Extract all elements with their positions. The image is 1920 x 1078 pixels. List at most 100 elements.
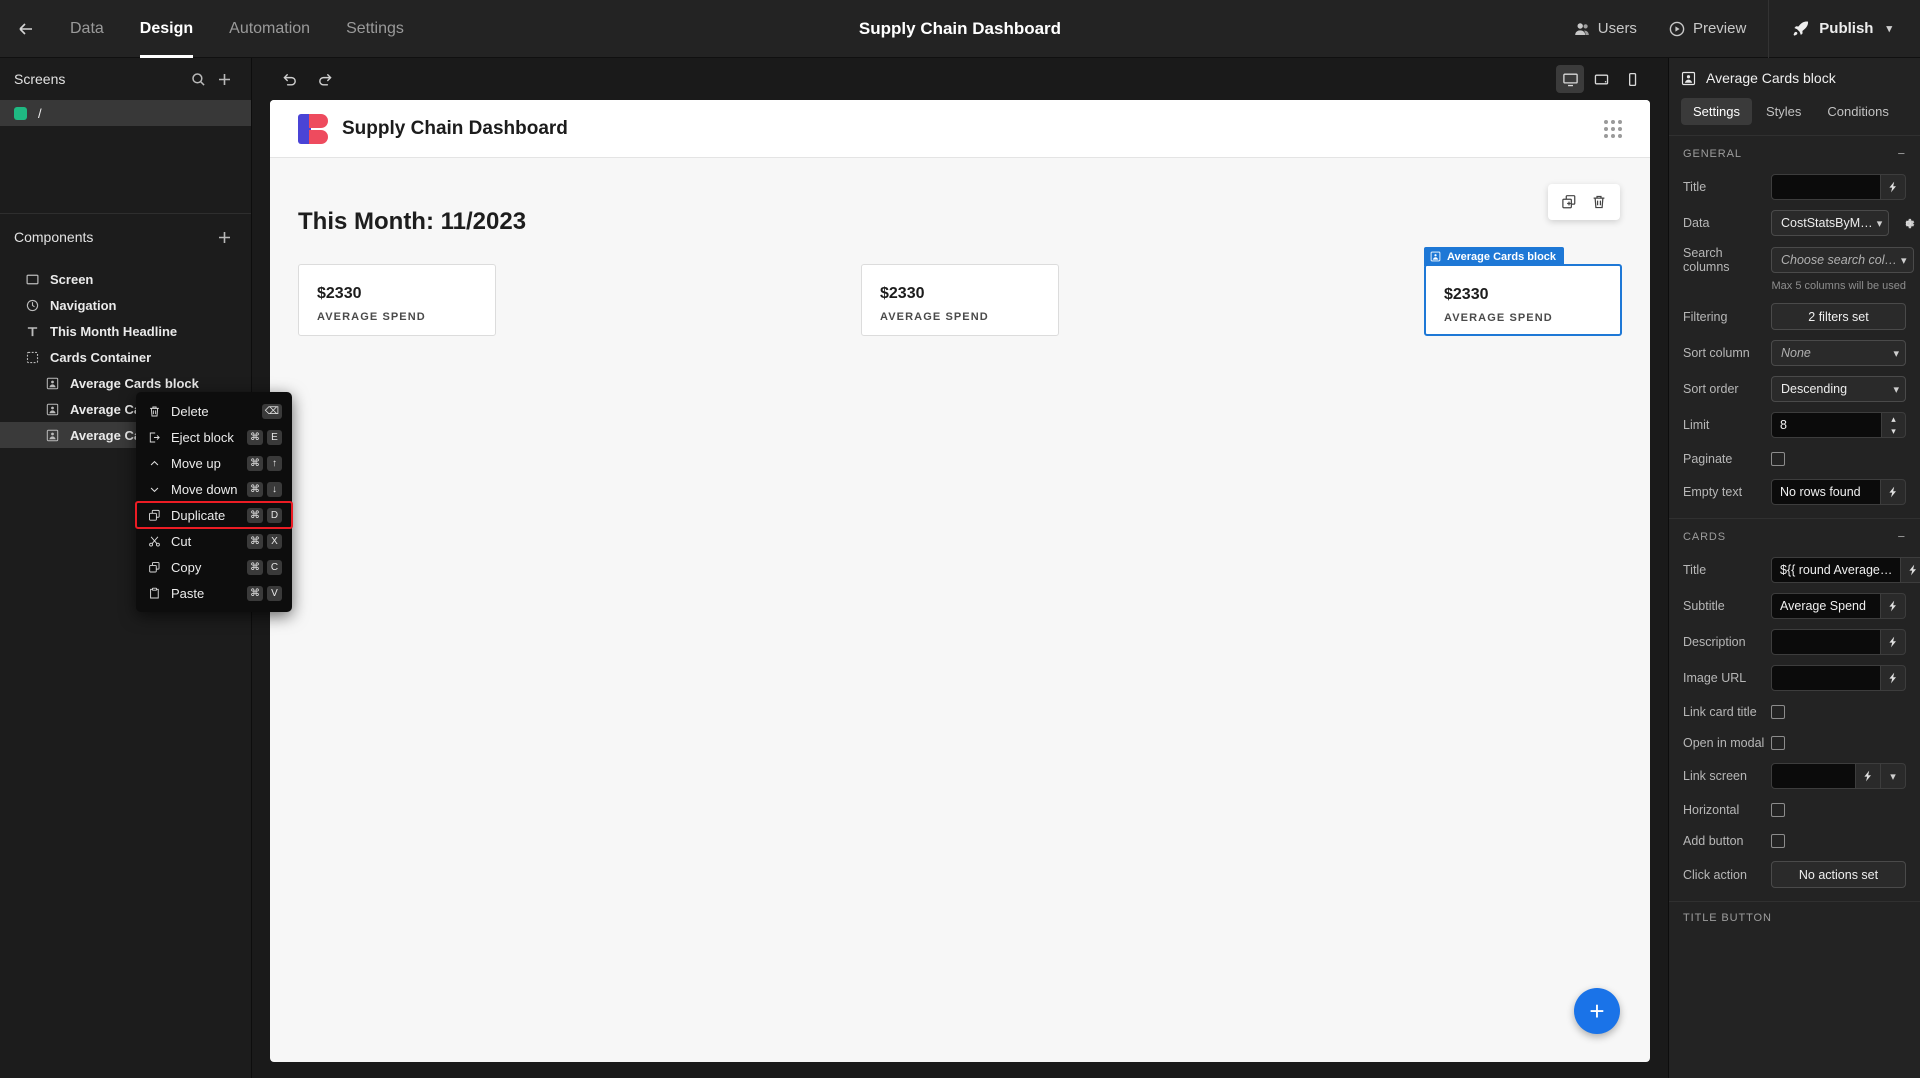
collapse-general-icon[interactable]: − (1898, 146, 1907, 161)
tab-settings[interactable]: Settings (1681, 98, 1752, 125)
link-card-title-checkbox[interactable] (1771, 704, 1785, 719)
field-search-columns: Search columns Choose search col… ▾ (1669, 241, 1920, 279)
publish-button[interactable]: Publish ▾ (1775, 0, 1906, 58)
back-button[interactable] (0, 0, 52, 58)
field-paginate: Paginate (1669, 443, 1920, 474)
ctx-eject-label: Eject block (171, 429, 234, 445)
card-description-input[interactable] (1771, 629, 1881, 655)
card-title-input[interactable]: ${{ round Average… (1771, 557, 1902, 583)
nav-tab-automation[interactable]: Automation (211, 0, 328, 58)
sort-order-select[interactable]: Descending ▾ (1771, 376, 1906, 402)
nav-tab-data[interactable]: Data (52, 0, 122, 58)
app-preview-canvas[interactable]: Supply Chain Dashboard This Month: 11/20… (270, 100, 1650, 1062)
screens-header: Screens (0, 58, 251, 100)
sort-column-value: None (1781, 346, 1811, 360)
device-tablet-button[interactable] (1587, 65, 1615, 93)
add-screen-icon[interactable] (211, 66, 237, 92)
title-input[interactable] (1771, 174, 1881, 200)
ctx-cut-keys: ⌘ X (247, 533, 282, 549)
binding-bolt-icon[interactable] (1881, 593, 1906, 619)
redo-icon[interactable] (310, 65, 340, 93)
component-context-menu: Delete ⌫ Eject block ⌘ E Move up ⌘ ↑ Mov… (135, 392, 293, 612)
chevron-down-icon[interactable]: ▾ (1882, 425, 1905, 437)
search-screens-icon[interactable] (185, 66, 211, 92)
click-action-button[interactable]: No actions set (1771, 861, 1906, 888)
trash-icon (146, 405, 162, 418)
field-card-subtitle-label: Subtitle (1683, 599, 1725, 613)
binding-bolt-icon[interactable] (1881, 629, 1906, 655)
empty-text-input[interactable]: No rows found (1771, 479, 1881, 505)
ctx-move-up[interactable]: Move up ⌘ ↑ (136, 450, 292, 476)
users-button[interactable]: Users (1558, 0, 1653, 58)
add-component-fab[interactable]: + (1574, 988, 1620, 1034)
limit-input[interactable]: 8 (1771, 412, 1882, 438)
screen-item-root[interactable]: / (0, 100, 251, 126)
binding-bolt-icon[interactable] (1901, 557, 1920, 583)
field-link-screen: Link screen ▾ (1669, 758, 1920, 794)
data-select[interactable]: CostStatsByM… ▾ (1771, 210, 1890, 236)
link-screen-dropdown-icon[interactable]: ▾ (1881, 763, 1906, 789)
sort-column-select[interactable]: None ▾ (1771, 340, 1906, 366)
key-cmd: ⌘ (247, 533, 263, 549)
component-cards-container[interactable]: Cards Container (0, 344, 251, 370)
field-card-image-url-label: Image URL (1683, 671, 1747, 685)
right-panel: Average Cards block Settings Styles Cond… (1668, 58, 1920, 1078)
card-image-url-input[interactable] (1771, 665, 1881, 691)
search-columns-select[interactable]: Choose search col… ▾ (1771, 247, 1914, 273)
key-arrow-down: ↓ (267, 481, 282, 497)
nav-grid-menu-icon[interactable] (1604, 119, 1622, 138)
ctx-duplicate[interactable]: Duplicate ⌘ D (135, 501, 293, 529)
filtering-button[interactable]: 2 filters set (1771, 303, 1906, 330)
binding-bolt-icon[interactable] (1881, 479, 1906, 505)
binding-bolt-icon[interactable] (1881, 174, 1906, 200)
limit-stepper[interactable]: ▴ ▾ (1882, 412, 1906, 438)
ctx-eject-block[interactable]: Eject block ⌘ E (136, 424, 292, 450)
field-sort-column-label: Sort column (1683, 346, 1750, 360)
collapse-cards-icon[interactable]: − (1898, 529, 1907, 544)
tab-conditions[interactable]: Conditions (1815, 98, 1900, 125)
component-this-month-headline[interactable]: This Month Headline (0, 318, 251, 344)
component-screen[interactable]: Screen (0, 266, 251, 292)
ctx-duplicate-label: Duplicate (171, 507, 226, 523)
chevron-down-icon: ▾ (1893, 383, 1899, 396)
selected-block-tag: Average Cards block (1424, 247, 1565, 266)
ctx-move-up-label: Move up (171, 455, 221, 471)
ctx-paste[interactable]: Paste ⌘ V (136, 580, 292, 606)
preview-card-3-selected[interactable]: Average Cards block $2330 AVERAGE SPEND (1424, 184, 1622, 336)
nav-tab-design[interactable]: Design (122, 0, 211, 58)
binding-bolt-icon[interactable] (1881, 665, 1906, 691)
duplicate-icon[interactable] (1556, 189, 1582, 215)
add-component-icon[interactable] (211, 224, 237, 250)
link-screen-input[interactable] (1771, 763, 1856, 789)
section-title-button-label: TITLE BUTTON (1683, 912, 1772, 924)
nav-tab-settings[interactable]: Settings (328, 0, 422, 58)
preview-card-1[interactable]: $2330 AVERAGE SPEND (298, 264, 496, 336)
gear-icon[interactable] (1896, 216, 1920, 231)
chevron-up-icon[interactable]: ▴ (1882, 413, 1905, 425)
right-panel-header: Average Cards block Settings Styles Cond… (1669, 58, 1920, 125)
component-label: Navigation (50, 297, 117, 313)
device-desktop-button[interactable] (1556, 65, 1584, 93)
ctx-cut[interactable]: Cut ⌘ X (136, 528, 292, 554)
preview-card-2[interactable]: $2330 AVERAGE SPEND (861, 264, 1059, 336)
ctx-move-down[interactable]: Move down ⌘ ↓ (136, 476, 292, 502)
text-icon (24, 323, 40, 339)
open-in-modal-checkbox[interactable] (1771, 735, 1785, 750)
component-navigation[interactable]: Navigation (0, 292, 251, 318)
trash-icon[interactable] (1586, 189, 1612, 215)
scissors-icon (146, 535, 162, 548)
tab-styles[interactable]: Styles (1754, 98, 1813, 125)
field-horizontal: Horizontal (1669, 794, 1920, 825)
ctx-delete[interactable]: Delete ⌫ (136, 398, 292, 424)
add-button-checkbox[interactable] (1771, 833, 1785, 848)
preview-button[interactable]: Preview (1653, 0, 1762, 58)
ctx-copy[interactable]: Copy ⌘ C (136, 554, 292, 580)
paginate-checkbox[interactable] (1771, 451, 1785, 466)
card-subtitle-input[interactable]: Average Spend (1771, 593, 1881, 619)
section-cards-label: CARDS (1683, 530, 1727, 543)
binding-bolt-icon[interactable] (1856, 763, 1881, 789)
device-mobile-button[interactable] (1618, 65, 1646, 93)
undo-icon[interactable] (274, 65, 304, 93)
horizontal-checkbox[interactable] (1771, 802, 1785, 817)
